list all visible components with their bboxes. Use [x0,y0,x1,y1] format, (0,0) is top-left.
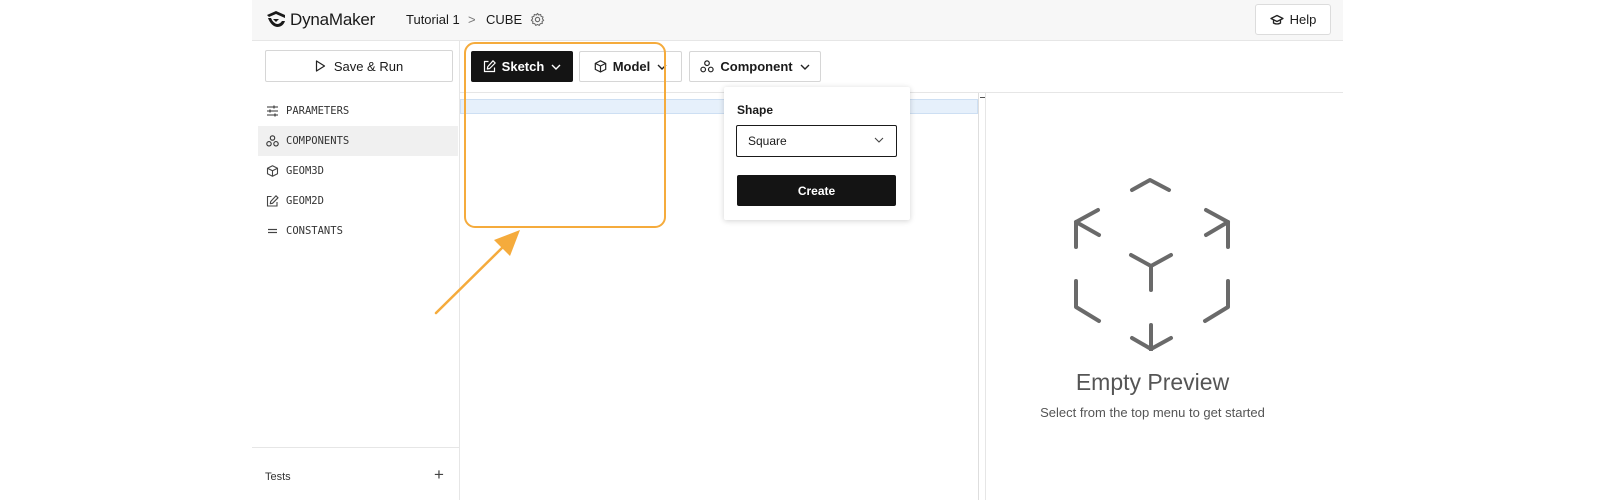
component-label: Component [720,59,793,74]
sidebar-item-label: CONSTANTS [286,225,343,237]
cube-icon [594,60,607,73]
sketch-menu-button[interactable]: Sketch [471,51,573,82]
editor-divider [978,93,979,500]
sidebar-item-label: GEOM3D [286,165,324,177]
shape-select-value: Square [748,134,787,148]
breadcrumb-component[interactable]: CUBE [486,12,522,27]
tests-section: Tests + [252,447,460,500]
preview-panel: Empty Preview Select from the top menu t… [985,93,1343,500]
create-label: Create [797,183,836,198]
sidebar-item-label: COMPONENTS [286,135,350,147]
sketch-label: Sketch [501,59,545,74]
sidebar: Save & Run PARAMETERS COMPONENTS GEOM3D … [252,41,460,500]
gear-icon[interactable] [530,12,545,27]
app-window: DynaMaker Tutorial 1 > CUBE Help Save & … [252,0,1343,500]
sidebar-item-label: PARAMETERS [286,105,350,117]
model-label: Model [612,59,651,74]
breadcrumb-project[interactable]: Tutorial 1 [406,12,460,27]
sidebar-item-geom2d[interactable]: GEOM2D [258,186,458,216]
brand-name: DynaMaker [290,10,376,29]
shape-select[interactable]: Square [736,125,897,157]
chevron-down-icon [874,137,884,143]
dynamaker-logo[interactable]: DynaMaker [265,9,375,31]
chevron-down-icon [551,64,561,70]
components-icon [700,60,715,73]
top-bar: DynaMaker Tutorial 1 > CUBE Help [252,0,1343,41]
save-run-button[interactable]: Save & Run [265,50,453,82]
graduation-cap-icon [1269,14,1284,25]
add-test-button[interactable]: + [434,465,444,485]
sidebar-item-geom3d[interactable]: GEOM3D [258,156,458,186]
components-icon [266,135,279,147]
shape-label: Shape [737,103,774,117]
help-label: Help [1289,12,1317,27]
sidebar-item-parameters[interactable]: PARAMETERS [258,96,458,126]
save-run-label: Save & Run [333,58,404,74]
sidebar-item-label: GEOM2D [286,195,324,207]
cube-icon [266,165,279,177]
chevron-down-icon [657,64,667,70]
model-menu-button[interactable]: Model [579,51,682,82]
empty-preview-title: Empty Preview [1075,369,1230,395]
dynamaker-logo-icon [267,11,285,27]
cube-outline-icon [1074,178,1230,351]
edit-icon [266,195,279,207]
edit-icon [483,60,496,73]
create-button[interactable]: Create [737,175,896,206]
play-icon [315,60,325,72]
breadcrumb-separator: > [468,12,476,27]
sidebar-item-components[interactable]: COMPONENTS [258,126,458,156]
sidebar-item-constants[interactable]: CONSTANTS [258,216,458,246]
sliders-icon [267,105,278,117]
chevron-down-icon [800,64,810,70]
help-button[interactable]: Help [1255,4,1331,35]
sketch-dropdown-popover: Shape Square Create [724,87,910,220]
sidebar-nav: PARAMETERS COMPONENTS GEOM3D GEOM2D CONS… [258,96,458,246]
component-menu-button[interactable]: Component [689,51,821,82]
toolbar: Sketch Model Component [460,41,1343,93]
tests-label: Tests [265,471,291,483]
empty-preview-subtitle: Select from the top menu to get started [1040,405,1265,420]
equals-icon [268,228,277,234]
